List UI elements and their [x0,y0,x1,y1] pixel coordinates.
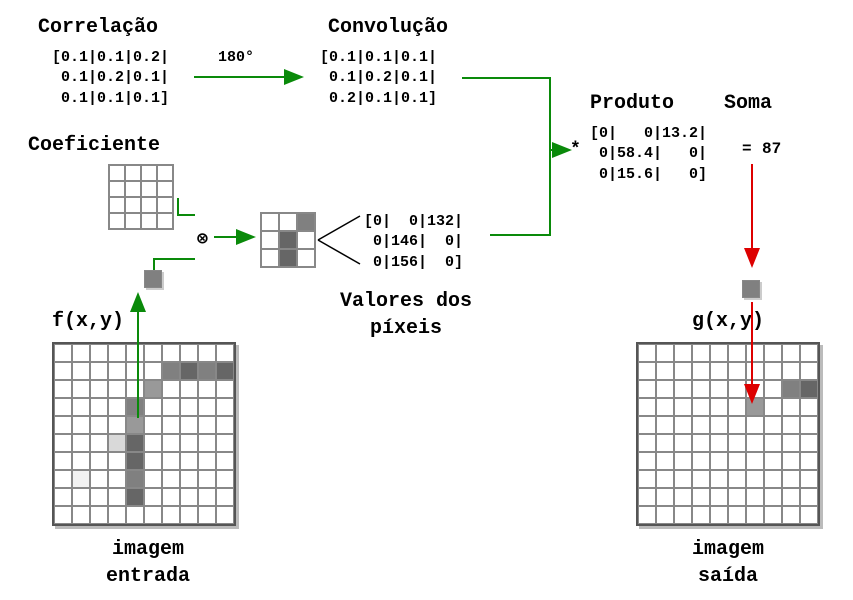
input-pixel [144,270,162,288]
caption-output: imagem saída [668,536,788,590]
arrow-to-patch [212,225,260,249]
title-soma: Soma [724,92,772,115]
matrix-convolution: [0.1|0.1|0.1| 0.1|0.2|0.1| 0.2|0.1|0.1] [320,48,437,109]
arrow-sum-down [740,162,764,274]
matrix-correlation: [0.1|0.1|0.2| 0.1|0.2|0.1| 0.1|0.1|0.1] [52,48,169,109]
matrix-pixelvalues: [0| 0|132| 0|146| 0| 0|156| 0] [364,212,463,273]
arrow-rotate [192,62,310,92]
output-image-grid [636,342,820,526]
label-180: 180° [218,49,254,66]
label-fxy: f(x,y) [52,310,124,333]
arrow-input-up [126,290,150,420]
equals-symbol: = [742,140,752,158]
path-conv-to-star [460,70,580,240]
patch-grid [260,212,316,268]
arrow-output-down [740,300,764,410]
title-valores: Valores dos píxeis [316,288,496,342]
output-pixel [742,280,760,298]
title-convolucao: Convolução [328,16,448,39]
sum-value: 87 [762,140,781,158]
caption-input: imagem entrada [88,536,208,590]
title-correlacao: Correlação [38,16,158,39]
tensor-symbol: ⊗ [197,228,208,250]
matrix-product: [0| 0|13.2| 0|58.4| 0| 0|15.6| 0] [590,124,707,185]
title-coeficiente: Coeficiente [28,134,160,157]
lines-diverge [316,208,364,272]
star-symbol: * [570,140,581,160]
title-produto: Produto [590,92,674,115]
